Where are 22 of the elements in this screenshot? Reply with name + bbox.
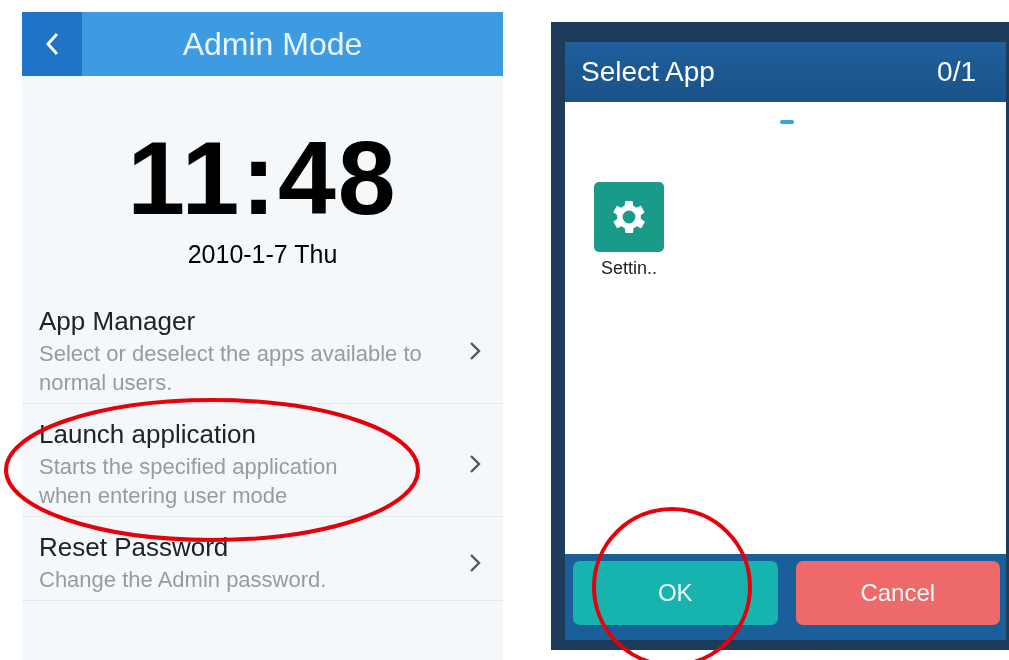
menu-item[interactable]: Launch application Starts the specified application when entering user mode: [22, 404, 503, 517]
screen-title: Admin Mode: [181, 25, 364, 64]
clock-date: 2010-1-7 Thu: [186, 240, 339, 269]
back-button[interactable]: [22, 12, 82, 76]
item-description: Change the Admin password.: [39, 566, 328, 594]
item-title: App Manager: [39, 305, 197, 337]
chevron-right-icon: [469, 454, 481, 474]
gear-icon: [594, 182, 664, 252]
back-icon: [45, 32, 59, 56]
item-description: Select or deselect the apps available to normal users.: [39, 340, 423, 397]
item-description: Starts the specified application when entering user mode: [39, 453, 339, 510]
scroll-indicator: [780, 120, 794, 124]
chevron-right-icon: [469, 552, 481, 573]
chevron-right-icon: [469, 341, 481, 361]
menu-item[interactable]: App Manager Select or deselect the apps available to normal users.: [22, 291, 503, 404]
dialog-title: Select App: [581, 56, 715, 88]
app-tile[interactable]: Settin..: [591, 182, 667, 279]
menu-item[interactable]: Reset Password Change the Admin password.: [22, 517, 503, 601]
item-title: Reset Password: [39, 531, 230, 563]
selection-count: 0/1: [937, 56, 976, 88]
item-title: Launch application: [39, 418, 257, 450]
clock-time: 11:48: [126, 128, 399, 228]
